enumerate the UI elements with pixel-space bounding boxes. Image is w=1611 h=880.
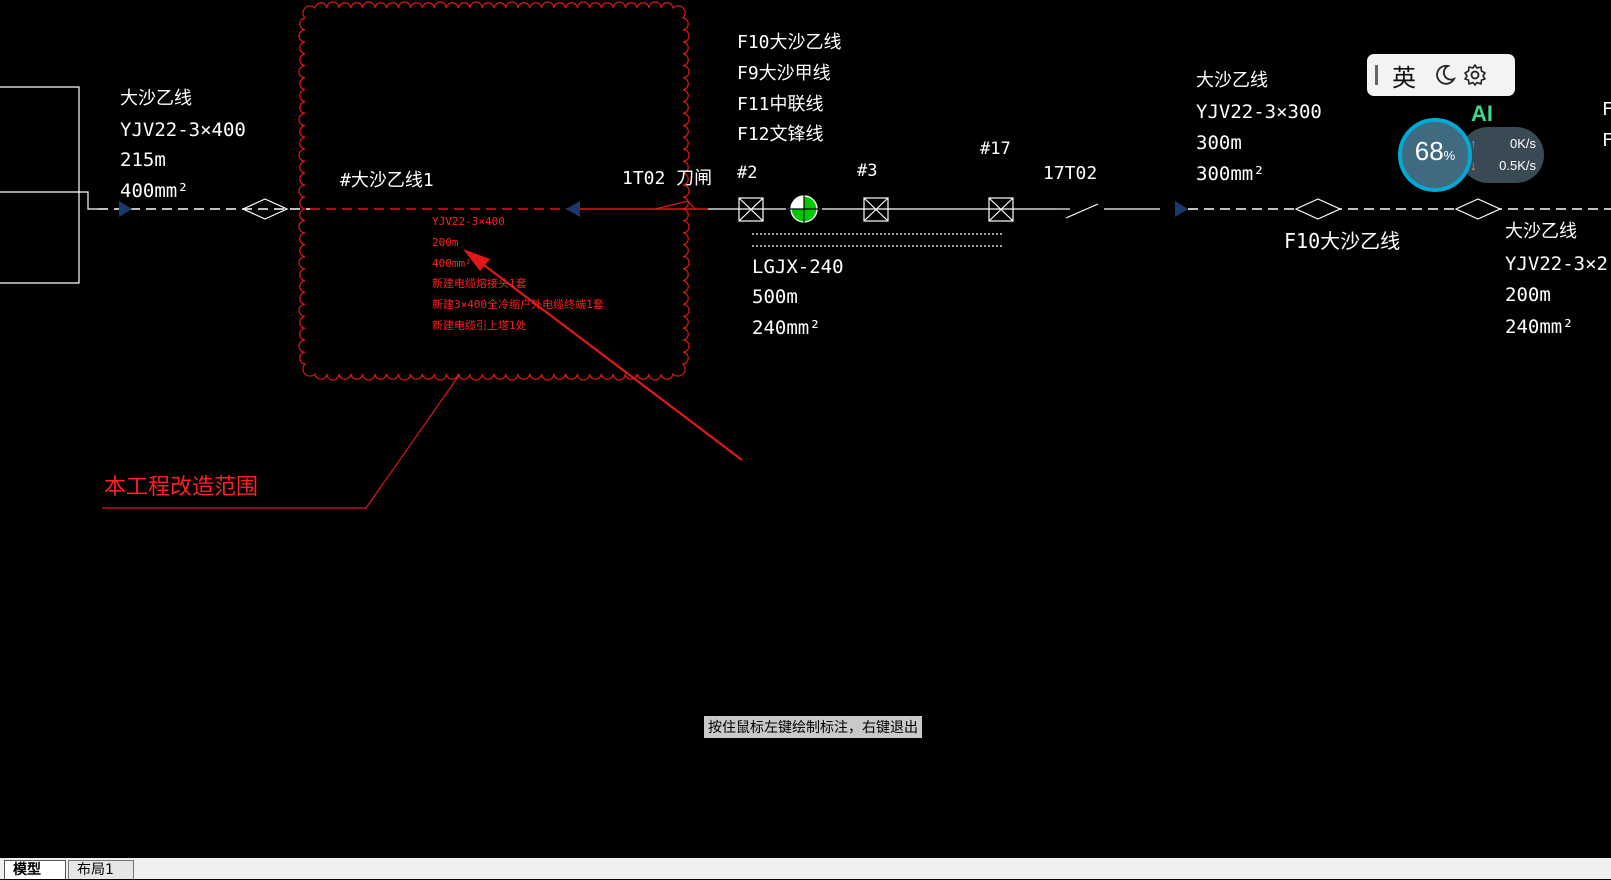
cpu-percent: 68% xyxy=(1398,136,1472,167)
scope-label: 本工程改造范围 xyxy=(104,475,258,500)
switch-label: 1T02 刀闸 xyxy=(622,168,712,189)
moon-icon[interactable] xyxy=(1430,60,1460,90)
overhead-line xyxy=(708,197,1055,247)
edge-partial-text: F xyxy=(1602,99,1611,120)
tab-layout1[interactable]: 布局1 xyxy=(68,860,134,879)
cpu-percent-value: 68 xyxy=(1414,136,1444,166)
upload-speed: ↑ 0K/s xyxy=(1470,136,1536,151)
marker-triangle xyxy=(1175,201,1188,217)
pole-label: #3 xyxy=(857,161,877,181)
bottom-right-feeder-label: F10大沙乙线 xyxy=(1284,229,1400,253)
red-annotation-line: 新建电缆引上塔1处 xyxy=(432,318,527,332)
far-right-cable-length: 200m xyxy=(1505,284,1551,306)
overhead-cable-model: LGJX-240 xyxy=(752,256,844,278)
feeder-label: F11中联线 xyxy=(737,94,824,115)
upload-speed-value: 0K/s xyxy=(1509,136,1536,151)
left-line-name: 大沙乙线 xyxy=(120,88,192,109)
right-cable-model: YJV22-3×300 xyxy=(1196,101,1322,123)
overhead-cable-length: 500m xyxy=(752,286,798,308)
left-cable-length: 215m xyxy=(120,149,166,171)
layout-tabs-bar: 模型 布局1 xyxy=(0,858,1611,879)
marker-triangle xyxy=(119,201,132,217)
feeder-label: F9大沙甲线 xyxy=(737,63,831,84)
download-speed: ↓ 0.5K/s xyxy=(1470,158,1536,173)
download-speed-value: 0.5K/s xyxy=(1499,158,1536,173)
right-cable-length: 300m xyxy=(1196,132,1242,154)
ime-drag-handle[interactable] xyxy=(1375,65,1378,85)
command-tooltip: 按住鼠标左键绘制标注，右键退出 xyxy=(704,716,922,738)
left-cabinet-outline xyxy=(0,86,98,284)
breaker-label: 17T02 xyxy=(1043,163,1097,184)
red-annotation-line: 400mm² xyxy=(432,257,472,270)
feeder-label: F12文锋线 xyxy=(737,124,824,145)
ime-language-toggle[interactable]: 英 xyxy=(1392,58,1416,93)
feeder-label: F10大沙乙线 xyxy=(737,32,842,53)
tab-model[interactable]: 模型 xyxy=(4,860,66,879)
breaker-17t02 xyxy=(1055,203,1160,219)
red-annotation-line: YJV22-3×400 xyxy=(432,215,505,228)
overhead-cable-section: 240mm² xyxy=(752,317,821,339)
down-arrow-icon: ↓ xyxy=(1470,158,1477,173)
red-annotation-line: 200m xyxy=(432,236,459,249)
red-kink xyxy=(654,200,696,210)
ground-switch-symbol xyxy=(786,191,822,227)
cable-joint-diamond xyxy=(1454,198,1502,220)
right-cable-section: 300mm² xyxy=(1196,163,1265,185)
left-cable-section: 400mm² xyxy=(120,180,189,202)
ime-toolbar[interactable]: 英 xyxy=(1367,54,1515,96)
network-monitor-widget[interactable]: 68% ↑ 0K/s ↓ 0.5K/s xyxy=(1398,118,1548,196)
far-right-line-name: 大沙乙线 xyxy=(1505,221,1577,242)
marker-triangle xyxy=(566,201,580,217)
right-line-name: 大沙乙线 xyxy=(1196,70,1268,91)
far-right-cable-model: YJV22-3×2 xyxy=(1505,253,1608,275)
cpu-percent-unit: % xyxy=(1443,148,1456,163)
up-arrow-icon: ↑ xyxy=(1470,136,1477,151)
pole-label: #17 xyxy=(980,139,1011,159)
gear-icon[interactable] xyxy=(1460,60,1490,90)
cable-joint-diamond xyxy=(1294,198,1342,220)
cloud-label: #大沙乙线1 xyxy=(340,170,434,191)
far-right-cable-section: 240mm² xyxy=(1505,316,1574,338)
pole-label: #2 xyxy=(737,163,757,183)
red-annotation-line: 新建电缆熔接头1套 xyxy=(432,276,527,290)
edge-partial-text: F xyxy=(1602,130,1611,151)
left-cable-model: YJV22-3×400 xyxy=(120,119,246,141)
red-annotation-line: 新建3×400全冷缩户外电缆终端1套 xyxy=(432,297,604,311)
